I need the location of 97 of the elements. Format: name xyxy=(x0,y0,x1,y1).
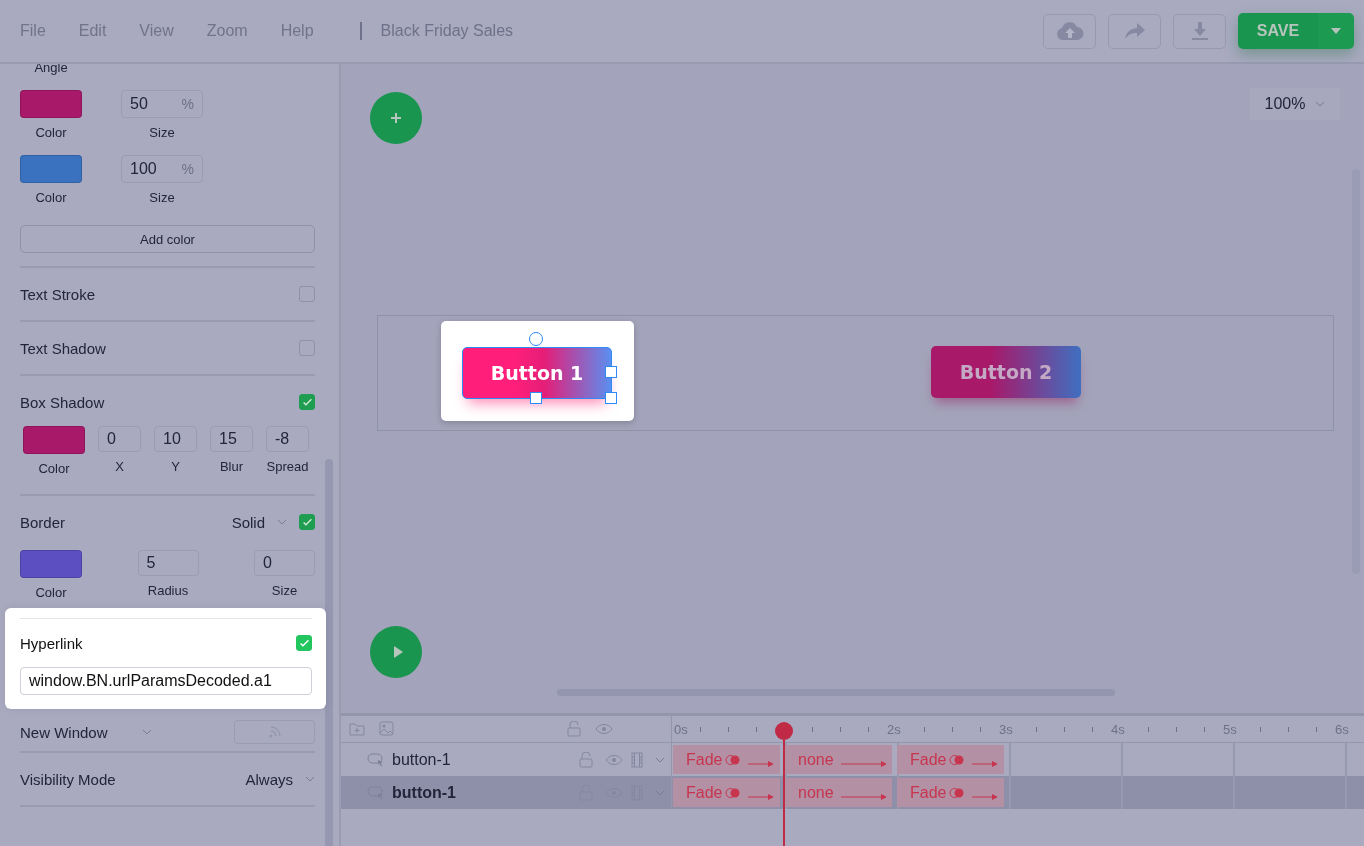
time-label: 6s xyxy=(1335,722,1349,737)
chevron-down-icon xyxy=(1315,101,1326,107)
color-swatch[interactable] xyxy=(20,155,82,183)
arrow-icon xyxy=(748,760,775,767)
time-label: 5s xyxy=(1223,722,1237,737)
fade-icon xyxy=(725,753,742,766)
lock-icon[interactable] xyxy=(579,751,593,768)
section-title: Border xyxy=(20,513,66,531)
time-label: 2s xyxy=(887,722,901,737)
section-title: Text Stroke xyxy=(20,285,96,303)
layer-row[interactable]: button-1 Fade none Fade xyxy=(341,776,1364,809)
film-icon[interactable] xyxy=(631,751,643,768)
chevron-down-icon xyxy=(141,729,152,735)
caret-icon xyxy=(1330,27,1342,35)
save-dropdown-button[interactable] xyxy=(1318,13,1354,49)
number-field[interactable]: 10 xyxy=(154,426,197,452)
download-icon xyxy=(1190,21,1209,41)
number-field[interactable]: -8 xyxy=(266,426,309,452)
field-label: Size xyxy=(271,583,298,598)
plus-icon xyxy=(389,111,403,125)
time-label: 3s xyxy=(999,722,1013,737)
resize-handle[interactable] xyxy=(605,366,617,378)
check-icon xyxy=(301,396,313,408)
section-title: Text Shadow xyxy=(20,339,106,357)
section-title: Visibility Mode xyxy=(20,770,116,788)
canvas-button[interactable]: Button 2 xyxy=(931,346,1081,398)
layer-name[interactable]: button-1 xyxy=(392,783,456,802)
button-layer-icon xyxy=(367,751,385,768)
chevron-down-icon xyxy=(277,519,287,525)
share-arrow-icon xyxy=(1123,22,1146,40)
field-label: Spread xyxy=(266,459,309,474)
fade-icon xyxy=(949,753,966,766)
field-label: X xyxy=(115,459,124,474)
rotate-handle[interactable] xyxy=(529,332,543,346)
fade-icon xyxy=(949,786,966,799)
playhead[interactable] xyxy=(774,722,794,846)
upload-button[interactable] xyxy=(1043,13,1096,49)
field-label: Size xyxy=(149,190,175,205)
radius-field[interactable]: 5 xyxy=(137,550,199,576)
sidebar-scrollbar[interactable] xyxy=(325,459,333,846)
arrow-icon xyxy=(972,760,999,767)
number-field[interactable]: 0 xyxy=(98,426,141,452)
canvas-button[interactable]: Button 1 xyxy=(462,347,612,399)
field-label: Radius xyxy=(147,583,189,598)
add-image-icon[interactable] xyxy=(379,721,395,737)
url-input[interactable]: window.BN.urlParamsDecoded.a1 xyxy=(20,667,312,695)
field-label: Size xyxy=(149,125,175,140)
time-label: 0s xyxy=(674,722,688,737)
play-icon xyxy=(391,645,404,659)
chevron-down-icon xyxy=(305,776,315,782)
zoom-dropdown[interactable]: 100% xyxy=(1250,88,1340,120)
field-label: Color xyxy=(35,190,67,205)
field-label: Color xyxy=(35,125,67,140)
section-title: Box Shadow xyxy=(20,393,105,411)
chevron-down-icon[interactable] xyxy=(655,756,665,763)
field-label: Color xyxy=(35,585,67,600)
new-window-dropdown[interactable]: New Window xyxy=(20,723,152,741)
arrow-icon xyxy=(972,793,999,800)
size-field[interactable]: 100 % xyxy=(121,155,203,183)
field-label: Color xyxy=(38,461,70,476)
add-color-button[interactable]: Add color xyxy=(20,225,315,253)
field-label: Y xyxy=(171,459,180,474)
size-field[interactable]: 0 xyxy=(254,550,315,576)
checkbox[interactable] xyxy=(296,635,312,651)
share-button[interactable] xyxy=(1108,13,1161,49)
checkbox[interactable] xyxy=(299,394,315,410)
fade-icon xyxy=(725,786,742,799)
eye-icon[interactable] xyxy=(595,723,613,735)
visibility-dropdown[interactable]: Always xyxy=(245,770,315,788)
lock-icon[interactable] xyxy=(567,721,581,737)
resize-handle[interactable] xyxy=(530,392,542,404)
arrow-icon xyxy=(748,793,775,800)
resize-handle[interactable] xyxy=(605,392,617,404)
layer-name[interactable]: button-1 xyxy=(392,750,451,769)
eye-icon[interactable] xyxy=(605,753,623,766)
checkbox[interactable] xyxy=(299,514,315,530)
arrow-icon xyxy=(840,793,887,800)
document-title: Black Friday Sales xyxy=(380,22,514,40)
play-button[interactable] xyxy=(370,626,422,678)
add-folder-icon[interactable] xyxy=(349,722,365,736)
color-swatch[interactable] xyxy=(20,550,82,578)
section-title: Hyperlink xyxy=(20,634,83,652)
size-field[interactable]: 50 % xyxy=(121,90,203,118)
checkbox[interactable] xyxy=(299,340,315,356)
time-label: 4s xyxy=(1111,722,1125,737)
checkbox[interactable] xyxy=(299,286,315,302)
cloud-upload-icon xyxy=(1055,21,1084,41)
add-button[interactable] xyxy=(370,92,422,144)
color-swatch[interactable] xyxy=(20,90,82,118)
color-swatch[interactable] xyxy=(23,426,85,454)
download-button[interactable] xyxy=(1173,13,1226,49)
border-style-dropdown[interactable]: Solid xyxy=(231,513,287,531)
check-icon xyxy=(298,637,310,649)
check-icon xyxy=(301,516,313,528)
number-field[interactable]: 15 xyxy=(210,426,253,452)
field-label: Blur xyxy=(219,459,244,474)
arrow-icon xyxy=(840,760,887,767)
